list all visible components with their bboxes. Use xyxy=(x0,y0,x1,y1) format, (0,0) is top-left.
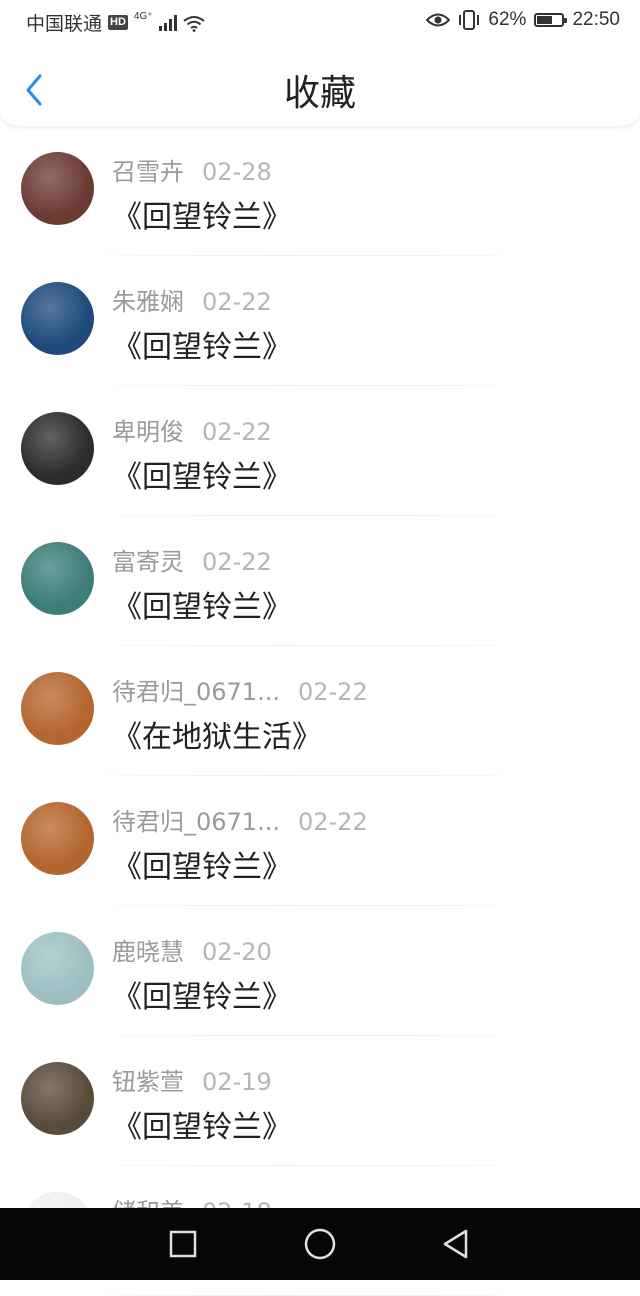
item-meta: 待君归_0671... 02-22 xyxy=(112,672,368,707)
avatar[interactable] xyxy=(21,802,94,875)
home-button[interactable] xyxy=(300,1224,340,1264)
favorite-item[interactable]: 召雪卉 02-28 《回望铃兰》 xyxy=(0,126,640,256)
triangle-back-icon xyxy=(443,1229,468,1259)
username: 待君归_0671... xyxy=(112,808,280,836)
status-left: 中国联通 HD 4G⁺ xyxy=(26,9,205,36)
battery-percent: 62% xyxy=(488,9,527,30)
item-meta: 钮紫萱 02-19 xyxy=(112,1062,272,1097)
favorite-item[interactable]: 钮紫萱 02-19 《回望铃兰》 xyxy=(0,1036,640,1166)
book-title[interactable]: 《回望铃兰》 xyxy=(112,842,292,886)
favorite-item[interactable]: 待君归_0671... 02-22 《在地狱生活》 xyxy=(0,646,640,776)
username: 朱雅娴 xyxy=(112,288,184,316)
avatar[interactable] xyxy=(21,412,94,485)
hd-badge: HD xyxy=(108,15,128,30)
avatar[interactable] xyxy=(21,672,94,745)
username: 卑明俊 xyxy=(112,418,184,446)
wifi-icon xyxy=(182,15,205,32)
eye-icon xyxy=(426,13,451,27)
status-bar: 中国联通 HD 4G⁺ 62% 22:50 xyxy=(0,0,640,44)
page-title: 收藏 xyxy=(283,73,356,114)
favorite-item[interactable]: 鹿晓慧 02-20 《回望铃兰》 xyxy=(0,906,640,1036)
book-title[interactable]: 《回望铃兰》 xyxy=(112,1102,292,1146)
date: 02-22 xyxy=(297,678,368,706)
username: 鹿晓慧 xyxy=(112,938,184,966)
item-meta: 朱雅娴 02-22 xyxy=(112,282,272,317)
favorite-item[interactable]: 朱雅娴 02-22 《回望铃兰》 xyxy=(0,256,640,386)
username: 富寄灵 xyxy=(112,548,184,576)
date: 02-20 xyxy=(202,938,272,966)
date: 02-22 xyxy=(202,288,272,316)
date: 02-22 xyxy=(202,548,272,576)
clock: 22:50 xyxy=(572,9,620,30)
signal-icon xyxy=(158,14,177,31)
circle-icon xyxy=(304,1228,336,1260)
carrier-label: 中国联通 xyxy=(26,14,103,35)
item-meta: 鹿晓慧 02-20 xyxy=(112,932,272,967)
status-right: 62% 22:50 xyxy=(426,9,620,31)
date: 02-28 xyxy=(202,158,272,186)
item-meta: 待君归_0671... 02-22 xyxy=(112,802,368,837)
username: 钮紫萱 xyxy=(112,1068,184,1096)
vibrate-icon xyxy=(459,10,480,30)
book-title[interactable]: 《回望铃兰》 xyxy=(112,192,292,236)
back-nav-button[interactable] xyxy=(436,1224,476,1264)
favorite-item[interactable]: 待君归_0671... 02-22 《回望铃兰》 xyxy=(0,776,640,906)
favorite-item[interactable]: 卑明俊 02-22 《回望铃兰》 xyxy=(0,386,640,516)
username: 召雪卉 xyxy=(112,158,184,186)
book-title[interactable]: 《回望铃兰》 xyxy=(112,972,292,1016)
avatar[interactable] xyxy=(21,1062,94,1135)
favorite-item[interactable]: 富寄灵 02-22 《回望铃兰》 xyxy=(0,516,640,646)
item-meta: 召雪卉 02-28 xyxy=(112,152,272,187)
recent-apps-button[interactable] xyxy=(163,1224,203,1264)
avatar[interactable] xyxy=(21,152,94,225)
date: 02-22 xyxy=(297,808,368,836)
avatar[interactable] xyxy=(21,932,94,1005)
book-title[interactable]: 《回望铃兰》 xyxy=(112,452,292,496)
item-meta: 富寄灵 02-22 xyxy=(112,542,272,577)
square-icon xyxy=(169,1230,197,1258)
book-title[interactable]: 《回望铃兰》 xyxy=(112,582,292,626)
battery-icon xyxy=(534,13,568,27)
book-title[interactable]: 《回望铃兰》 xyxy=(112,322,292,366)
date: 02-19 xyxy=(202,1068,272,1096)
favorites-list: 召雪卉 02-28 《回望铃兰》 朱雅娴 02-22 《回望铃兰》 卑明俊 02-22 《回望铃… xyxy=(0,126,640,1296)
avatar[interactable] xyxy=(21,282,94,355)
book-title[interactable]: 《在地狱生活》 xyxy=(112,712,322,756)
avatar[interactable] xyxy=(21,542,94,615)
date: 02-22 xyxy=(202,418,272,446)
username: 待君归_0671... xyxy=(112,678,280,706)
network-type: 4G⁺ xyxy=(133,11,153,22)
item-meta: 卑明俊 02-22 xyxy=(112,412,272,447)
header-bar: 收藏 xyxy=(0,44,640,126)
system-nav-bar xyxy=(0,1208,640,1280)
